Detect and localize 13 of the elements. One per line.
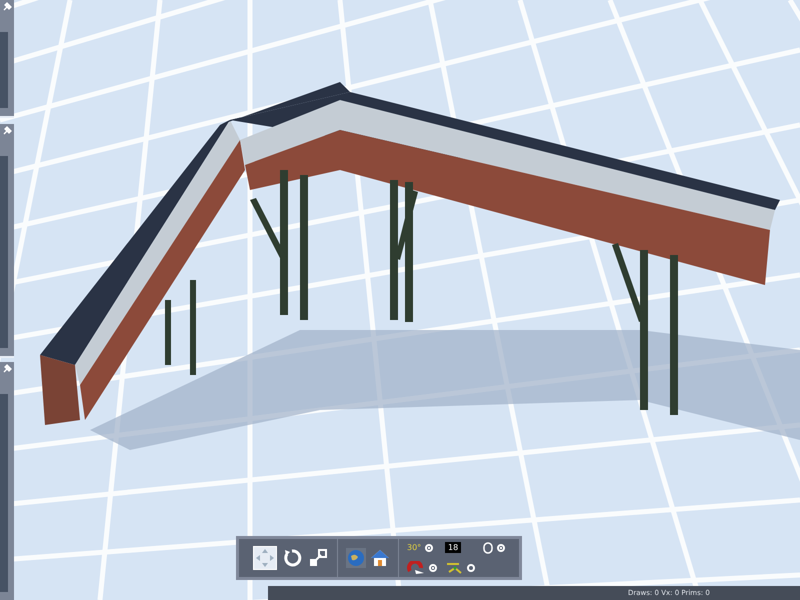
home-icon[interactable] [370,548,390,568]
toggle[interactable] [425,544,434,552]
snap-points-icon [445,560,463,574]
toggle[interactable] [467,564,475,572]
pin-icon[interactable] [2,126,12,136]
toggle[interactable] [497,544,505,552]
grid-size-field[interactable]: 18 [445,542,462,553]
snap-angle-label: 30° [407,543,422,552]
toggle[interactable] [429,564,437,572]
pin-icon[interactable] [2,2,12,12]
pin-icon[interactable] [2,364,12,374]
scale-icon[interactable] [307,547,329,569]
magnet-icon [407,560,425,574]
